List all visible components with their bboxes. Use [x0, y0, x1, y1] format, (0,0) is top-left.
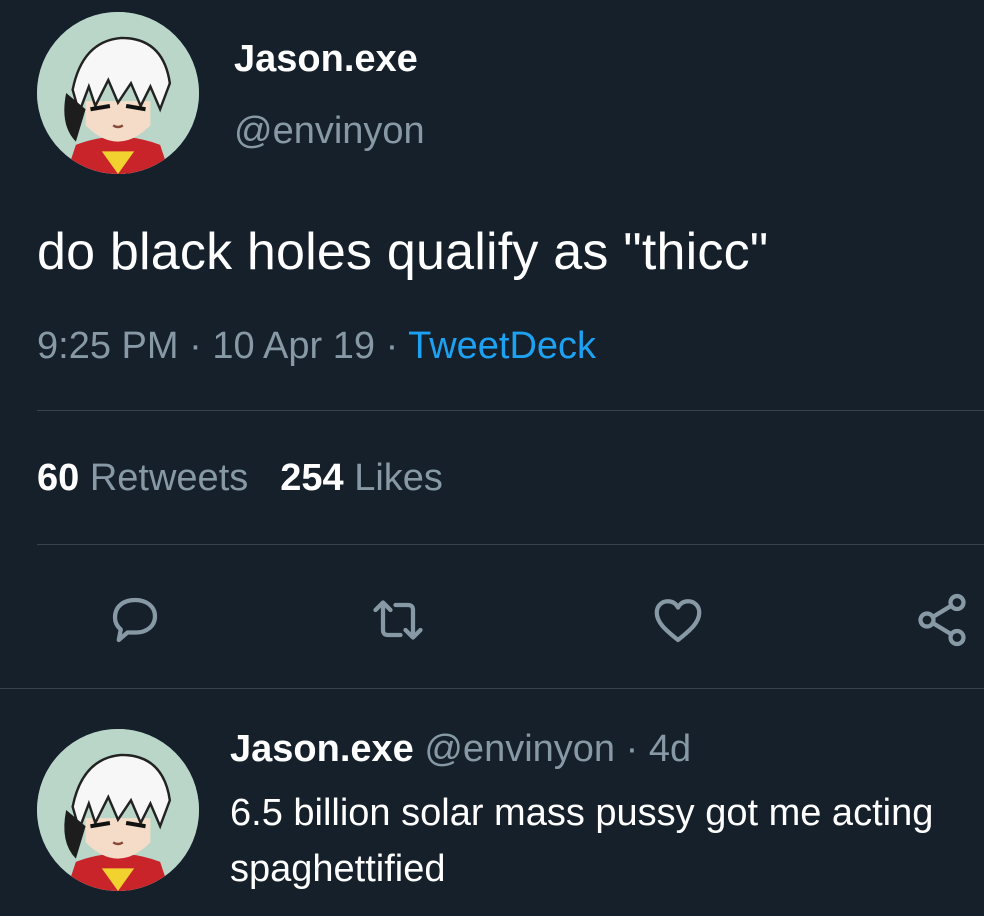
engagement-stats: 60 Retweets 254 Likes — [37, 457, 443, 500]
meta-separator: · — [189, 325, 202, 367]
retweets-label: Retweets — [89, 457, 249, 499]
reply-age: 4d — [648, 728, 692, 770]
retweet-button[interactable] — [368, 590, 428, 650]
like-icon — [654, 599, 702, 643]
likes-count: 254 — [280, 457, 344, 499]
reply-icon — [112, 597, 158, 643]
meta-separator: · — [625, 728, 639, 770]
tweet-time: 9:25 PM — [37, 325, 179, 367]
tweet-source-link[interactable]: TweetDeck — [408, 325, 596, 367]
share-icon — [918, 593, 966, 647]
share-button[interactable] — [912, 590, 972, 650]
reply-button[interactable] — [105, 590, 165, 650]
likes-label: Likes — [354, 457, 443, 499]
avatar-illustration — [37, 729, 199, 891]
tweet-text: do black holes qualify as "thicc" — [37, 223, 769, 281]
reply-author-avatar[interactable] — [37, 729, 199, 891]
reply-handle[interactable]: @envinyon — [424, 728, 615, 770]
tweet-metadata: 9:25 PM · 10 Apr 19 · TweetDeck — [37, 325, 596, 368]
retweets-stat[interactable]: 60 Retweets — [37, 457, 248, 499]
author-display-name[interactable]: Jason.exe — [234, 38, 418, 81]
divider — [37, 410, 984, 411]
meta-separator: · — [385, 325, 399, 367]
likes-stat[interactable]: 254 Likes — [280, 457, 443, 499]
divider — [37, 544, 984, 545]
reply-text: 6.5 billion solar mass pussy got me acti… — [230, 792, 934, 890]
author-avatar[interactable] — [37, 12, 199, 174]
retweet-icon — [373, 600, 423, 640]
reply-display-name[interactable]: Jason.exe — [230, 728, 414, 770]
like-button[interactable] — [648, 590, 708, 650]
tweet-date: 10 Apr 19 — [212, 325, 375, 367]
divider — [0, 688, 984, 689]
avatar-illustration — [37, 12, 199, 174]
author-handle[interactable]: @envinyon — [234, 110, 425, 153]
retweets-count: 60 — [37, 457, 80, 499]
reply-header: Jason.exe @envinyon · 4d — [230, 728, 691, 771]
